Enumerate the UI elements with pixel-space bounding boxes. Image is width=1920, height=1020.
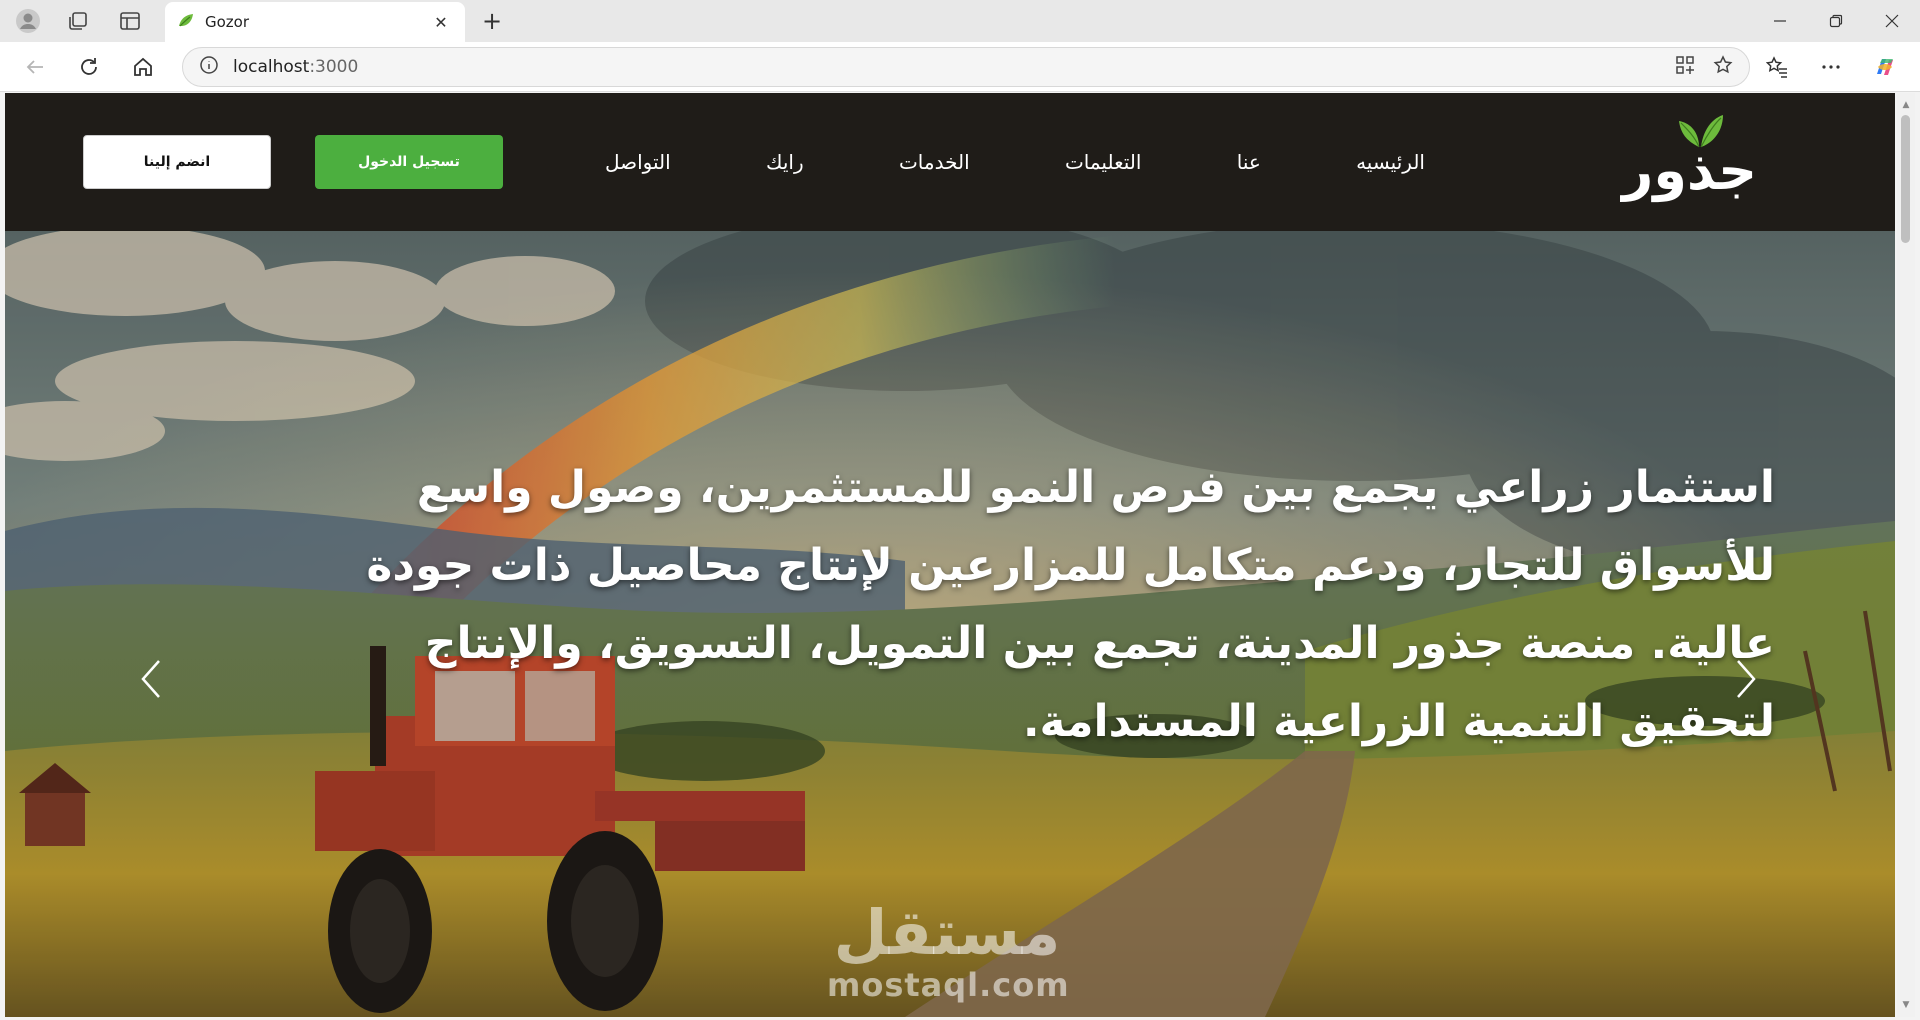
page-viewport: جذور الرئيسيه عنا التعليمات الخدمات رايك… xyxy=(5,93,1895,1017)
carousel-prev-arrow[interactable] xyxy=(130,649,170,709)
watermark-arabic: مستقل xyxy=(833,896,1061,969)
workspaces-icon[interactable] xyxy=(56,0,100,42)
url-host: localhost xyxy=(233,57,310,77)
nav-item-feedback[interactable]: رايك xyxy=(766,150,804,174)
refresh-icon[interactable] xyxy=(62,42,116,92)
watermark: مستقل mostaql.com xyxy=(827,896,1070,1008)
browser-tools xyxy=(1750,42,1920,92)
active-tab[interactable]: Gozor ✕ xyxy=(165,2,465,42)
carousel-next-arrow[interactable] xyxy=(1727,649,1767,709)
url-port: :3000 xyxy=(309,57,359,77)
new-tab-button[interactable]: + xyxy=(476,5,508,37)
home-icon[interactable] xyxy=(116,42,170,92)
site-header: جذور الرئيسيه عنا التعليمات الخدمات رايك… xyxy=(5,93,1895,231)
logo-text: جذور xyxy=(1622,139,1757,202)
url-text[interactable]: localhost:3000 xyxy=(233,57,1661,77)
window-controls xyxy=(1752,0,1920,42)
apps-icon[interactable] xyxy=(1675,55,1695,79)
nav-item-about[interactable]: عنا xyxy=(1237,150,1261,174)
favorites-icon[interactable] xyxy=(1750,42,1804,92)
nav-item-faq[interactable]: التعليمات xyxy=(1065,150,1141,174)
main-nav: الرئيسيه عنا التعليمات الخدمات رايك التو… xyxy=(605,93,1425,231)
site-logo[interactable]: جذور xyxy=(1622,113,1757,213)
scroll-thumb[interactable] xyxy=(1901,115,1910,243)
nav-item-services[interactable]: الخدمات xyxy=(899,150,970,174)
chevron-right-icon xyxy=(1737,660,1756,698)
tab-actions-icon[interactable] xyxy=(108,0,152,42)
close-window-icon[interactable] xyxy=(1864,0,1920,42)
copilot-icon[interactable] xyxy=(1858,42,1912,92)
restore-icon[interactable] xyxy=(1808,0,1864,42)
watermark-latin: mostaql.com xyxy=(827,966,1070,1004)
back-arrow-icon[interactable] xyxy=(8,42,62,92)
star-icon[interactable] xyxy=(1713,55,1733,79)
scroll-up-arrow-icon[interactable]: ▲ xyxy=(1897,97,1915,113)
browser-tab-bar: Gozor ✕ + xyxy=(0,0,1920,42)
minimize-icon[interactable] xyxy=(1752,0,1808,42)
hero-carousel: استثمار زراعي يجمع بين فرص النمو للمستثم… xyxy=(5,231,1895,1017)
browser-toolbar: localhost:3000 xyxy=(0,42,1920,92)
info-icon[interactable] xyxy=(199,55,219,79)
leaf-favicon-icon xyxy=(177,11,195,33)
page-scrollbar[interactable]: ▲ ▼ xyxy=(1897,93,1915,1017)
nav-item-home[interactable]: الرئيسيه xyxy=(1356,150,1425,174)
address-bar[interactable]: localhost:3000 xyxy=(182,47,1750,87)
close-tab-icon[interactable]: ✕ xyxy=(429,10,453,34)
hero-headline: استثمار زراعي يجمع بين فرص النمو للمستثم… xyxy=(366,462,1775,747)
join-us-button[interactable]: انضم إلينا xyxy=(83,135,271,189)
more-icon[interactable] xyxy=(1804,42,1858,92)
nav-item-contact[interactable]: التواصل xyxy=(605,150,671,174)
chevron-left-icon xyxy=(141,660,160,698)
login-button[interactable]: تسجيل الدخول xyxy=(315,135,503,189)
profile-icon[interactable] xyxy=(6,0,50,42)
scroll-down-arrow-icon[interactable]: ▼ xyxy=(1897,997,1915,1013)
tab-title: Gozor xyxy=(205,13,250,31)
